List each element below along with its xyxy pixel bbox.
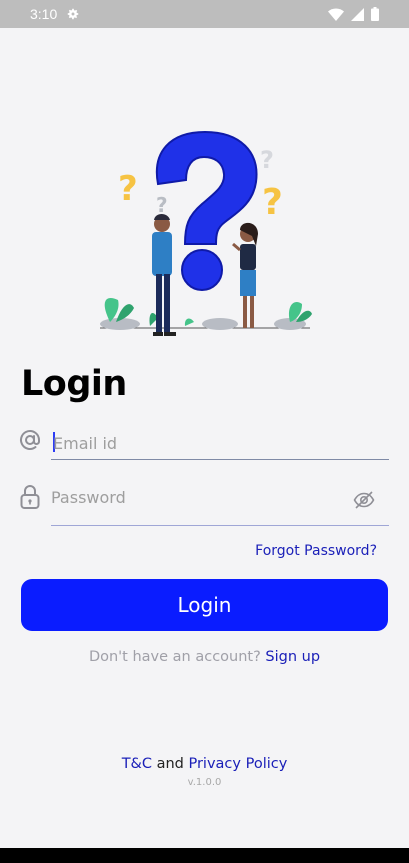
at-sign-icon <box>18 428 42 456</box>
signup-link[interactable]: Sign up <box>265 649 320 665</box>
svg-text:?: ? <box>262 182 283 223</box>
password-field[interactable] <box>51 484 389 526</box>
svg-text:?: ? <box>118 169 138 209</box>
login-button[interactable]: Login <box>21 579 388 631</box>
svg-text:?: ? <box>156 193 168 217</box>
no-account-text: Don't have an account? <box>88 649 261 665</box>
lock-icon <box>20 484 40 514</box>
privacy-policy-link[interactable]: Privacy Policy <box>188 756 287 772</box>
bottom-edge <box>0 848 409 863</box>
and-text: and <box>156 756 184 772</box>
question-dot <box>181 249 223 291</box>
wifi-icon <box>328 8 344 21</box>
signup-prompt: Don't have an account? Sign up <box>0 649 409 665</box>
status-time: 3:10 <box>30 6 58 22</box>
password-input[interactable] <box>51 484 341 510</box>
page-title: Login <box>21 364 127 404</box>
svg-text:?: ? <box>260 146 274 174</box>
legal-footer: T&C and Privacy Policy <box>0 756 409 772</box>
app-version: v.1.0.0 <box>187 777 222 788</box>
status-bar: 3:10 <box>0 0 409 28</box>
forgot-password-link[interactable]: Forgot Password? <box>255 543 377 559</box>
login-illustration: ? ? ? ? <box>90 122 320 347</box>
battery-icon <box>371 7 379 21</box>
email-field[interactable] <box>51 428 389 460</box>
signal-icon <box>351 7 364 21</box>
people-question-illustration: ? ? ? ? <box>100 130 312 336</box>
terms-link[interactable]: T&C <box>122 756 152 772</box>
settings-gear-icon <box>68 8 79 20</box>
email-input[interactable] <box>53 430 343 456</box>
eye-off-icon[interactable] <box>353 490 375 514</box>
